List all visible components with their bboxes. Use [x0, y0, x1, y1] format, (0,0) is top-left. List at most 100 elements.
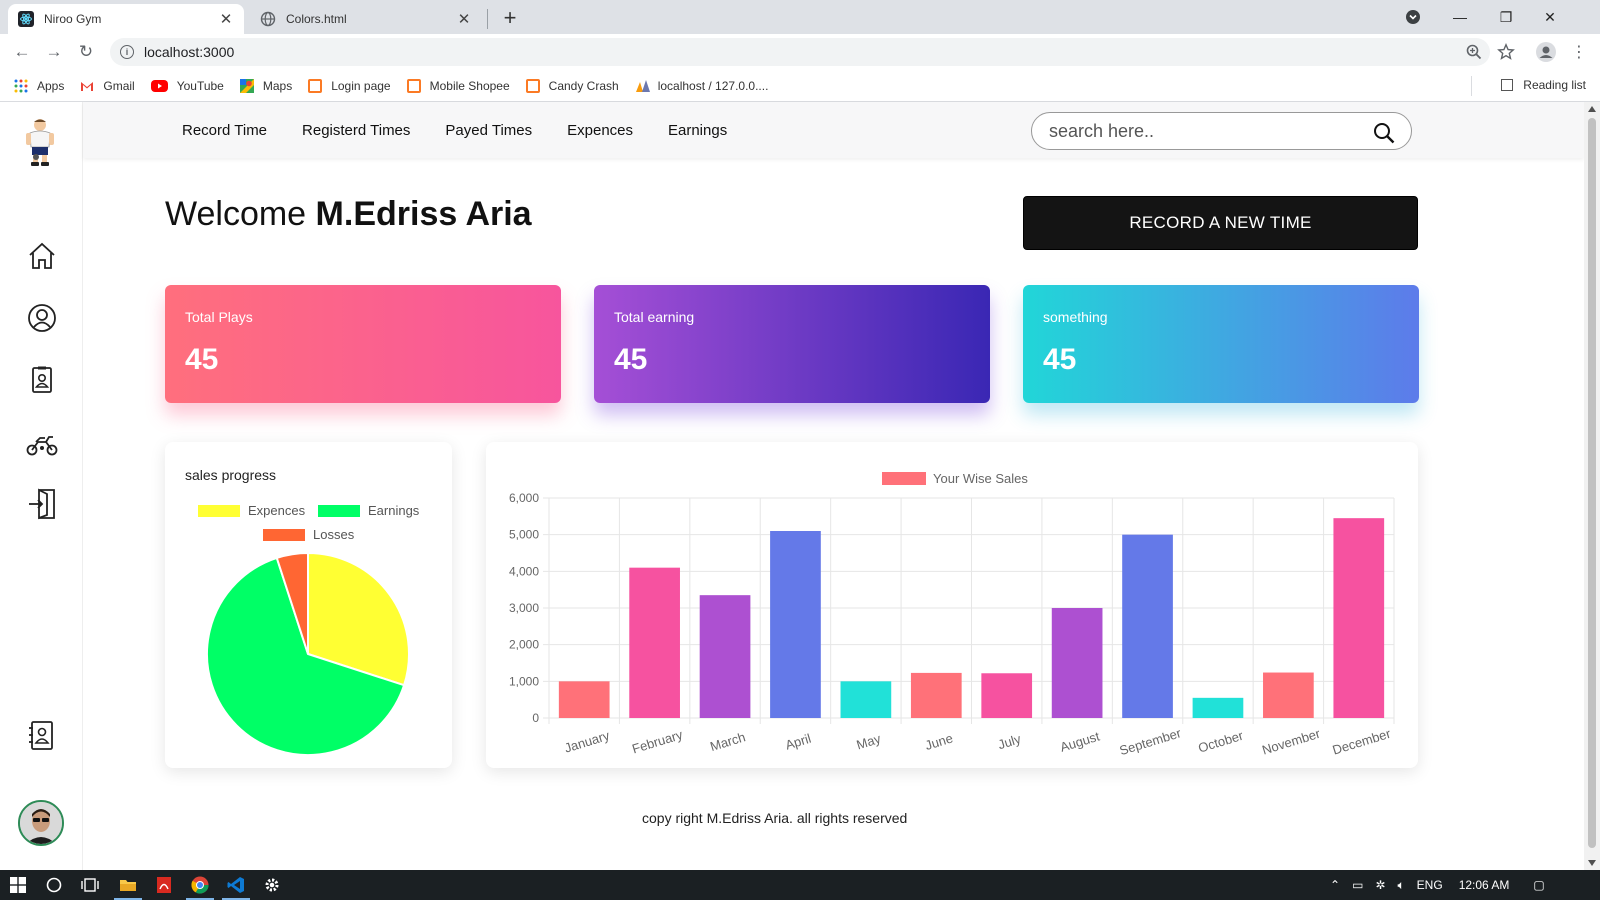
- tab-separator: [487, 9, 488, 29]
- stat-card-total-earning: Total earning 45: [594, 285, 990, 403]
- x-tick-label: June: [923, 730, 954, 753]
- top-navbar: Record Time Registerd Times Payed Times …: [83, 102, 1584, 158]
- bookmark-label: YouTube: [176, 78, 224, 93]
- bookmark-phpmyadmin[interactable]: localhost / 127.0.0....: [635, 78, 769, 93]
- bar-november[interactable]: [1263, 672, 1314, 718]
- tab-title: Niroo Gym: [44, 12, 102, 26]
- bookmark-star-icon[interactable]: [1495, 41, 1517, 63]
- scroll-up-arrow-icon[interactable]: [1588, 106, 1596, 112]
- restore-button[interactable]: ❐: [1486, 4, 1526, 30]
- user-avatar[interactable]: [18, 800, 64, 846]
- bar-june[interactable]: [910, 672, 962, 718]
- bar-september[interactable]: [1122, 534, 1173, 718]
- home-icon[interactable]: [26, 240, 58, 272]
- cortana-search-icon[interactable]: [36, 870, 72, 900]
- bar-april[interactable]: [770, 531, 821, 718]
- windows-start-icon[interactable]: [0, 870, 36, 900]
- nav-link-expences[interactable]: Expences: [567, 122, 633, 139]
- reading-list-button[interactable]: Reading list: [1501, 78, 1586, 92]
- battery-icon[interactable]: ▭: [1352, 878, 1363, 892]
- apps-grid-icon: [14, 79, 28, 93]
- stat-label: Total Plays: [185, 309, 253, 325]
- pdf-reader-icon[interactable]: [146, 870, 182, 900]
- bookmark-login-page[interactable]: Login page: [308, 78, 391, 93]
- welcome-prefix: Welcome: [165, 195, 307, 233]
- bar-july[interactable]: [981, 673, 1033, 718]
- zoom-icon[interactable]: [1463, 41, 1485, 63]
- reload-icon[interactable]: ↻: [76, 42, 96, 62]
- search-box: [1031, 112, 1412, 150]
- logout-icon[interactable]: [26, 488, 58, 520]
- nav-link-earnings[interactable]: Earnings: [668, 122, 727, 139]
- y-tick-label: 3,000: [509, 601, 539, 615]
- search-icon[interactable]: [1373, 122, 1395, 149]
- task-view-icon[interactable]: [72, 870, 108, 900]
- bookmark-candy-crash[interactable]: Candy Crash: [525, 78, 619, 93]
- notifications-icon[interactable]: ▢: [1533, 878, 1544, 892]
- forward-icon[interactable]: →: [44, 42, 64, 62]
- record-new-time-button[interactable]: RECORD A NEW TIME: [1023, 196, 1418, 250]
- bookmark-youtube[interactable]: YouTube: [150, 78, 224, 93]
- bookmark-maps[interactable]: Maps: [239, 78, 292, 93]
- scrollbar-thumb[interactable]: [1588, 118, 1596, 848]
- settings-gear-icon[interactable]: [254, 870, 290, 900]
- bar-august[interactable]: [1051, 608, 1103, 718]
- tab-colors[interactable]: Colors.html ✕: [250, 4, 482, 34]
- xampp-icon: [525, 78, 540, 93]
- contact-card-icon[interactable]: [26, 364, 58, 396]
- bar-may[interactable]: [840, 681, 892, 718]
- globe-icon: [260, 11, 276, 27]
- bar-february[interactable]: [629, 567, 680, 718]
- bar-march[interactable]: [699, 595, 751, 718]
- bar-january[interactable]: [558, 681, 610, 718]
- language-indicator[interactable]: ENG: [1417, 878, 1443, 892]
- clock[interactable]: 12:06 AM: [1459, 878, 1510, 892]
- app-root: Record Time Registerd Times Payed Times …: [0, 102, 1584, 870]
- tab-search-icon[interactable]: [1393, 4, 1433, 30]
- gym-logo-icon[interactable]: [23, 117, 57, 167]
- tab-title: Colors.html: [286, 12, 347, 26]
- nav-link-record-time[interactable]: Record Time: [182, 122, 267, 139]
- profile-icon[interactable]: [1535, 41, 1557, 63]
- legend-swatch: [882, 472, 926, 485]
- url-text: localhost:3000: [144, 44, 235, 60]
- bar-october[interactable]: [1192, 697, 1244, 718]
- sidebar: [0, 102, 83, 870]
- legend-label: Your Wise Sales: [933, 471, 1028, 486]
- bookmark-apps[interactable]: Apps: [14, 79, 64, 93]
- volume-icon[interactable]: 🔈︎: [1397, 878, 1404, 893]
- back-icon[interactable]: ←: [12, 42, 32, 62]
- close-tab-icon[interactable]: ✕: [218, 10, 234, 28]
- vscode-icon[interactable]: [218, 870, 254, 900]
- new-tab-button[interactable]: +: [498, 6, 522, 30]
- browser-tabstrip: Niroo Gym ✕ Colors.html ✕ + — ❐ ✕: [0, 0, 1600, 34]
- chrome-icon[interactable]: [182, 870, 218, 900]
- minimize-button[interactable]: —: [1440, 4, 1480, 30]
- tab-niroo-gym[interactable]: Niroo Gym ✕: [8, 4, 244, 34]
- bookmarks-bar: Apps Gmail YouTube Maps Login page Mobil…: [0, 70, 1600, 102]
- user-circle-icon[interactable]: [26, 302, 58, 334]
- welcome-username: M.Edriss Aria: [315, 195, 532, 233]
- file-explorer-icon[interactable]: [110, 870, 146, 900]
- nav-link-payed-times[interactable]: Payed Times: [445, 122, 532, 139]
- close-tab-icon[interactable]: ✕: [456, 10, 472, 28]
- scooter-icon[interactable]: [26, 428, 58, 460]
- bookmark-label: Mobile Shopee: [429, 78, 510, 93]
- browser-menu-icon[interactable]: ⋮: [1568, 41, 1590, 63]
- tray-overflow-icon[interactable]: ⌃: [1330, 878, 1340, 892]
- address-bar[interactable]: i localhost:3000: [110, 38, 1490, 66]
- page-scrollbar[interactable]: [1584, 102, 1600, 870]
- bookmark-mobile-shopee[interactable]: Mobile Shopee: [406, 78, 510, 93]
- bar-legend[interactable]: Your Wise Sales: [882, 471, 1028, 486]
- network-icon[interactable]: ✲: [1375, 878, 1385, 892]
- bookmark-label: localhost / 127.0.0....: [657, 78, 769, 93]
- site-info-icon[interactable]: i: [120, 45, 134, 59]
- bar-december[interactable]: [1333, 518, 1385, 718]
- nav-link-registerd-times[interactable]: Registerd Times: [302, 122, 410, 139]
- search-input[interactable]: [1049, 120, 1359, 142]
- stat-label: Total earning: [614, 309, 695, 325]
- scroll-down-arrow-icon[interactable]: [1588, 860, 1596, 866]
- window-close-button[interactable]: ✕: [1530, 4, 1570, 30]
- address-book-icon[interactable]: [26, 720, 58, 752]
- bookmark-gmail[interactable]: Gmail: [80, 79, 135, 93]
